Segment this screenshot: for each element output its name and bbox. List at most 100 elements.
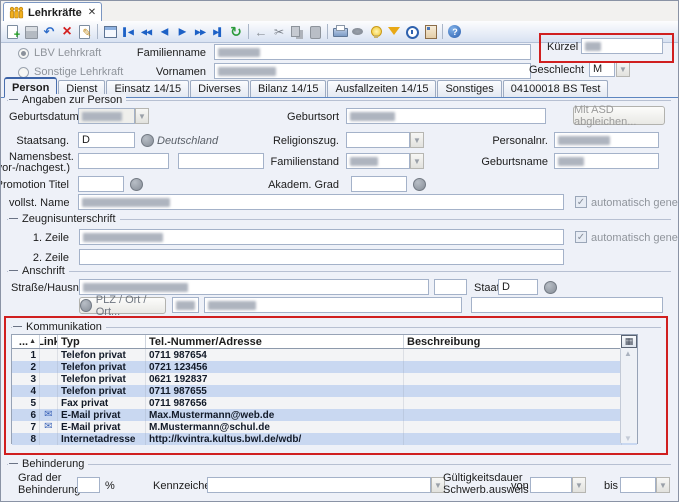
paste-icon[interactable]	[306, 23, 324, 40]
table-row[interactable]: 6✉ E-Mail privatMax.Mustermann@web.de	[12, 409, 637, 421]
navigate-back-icon[interactable]	[252, 23, 270, 40]
next-record-icon[interactable]	[173, 23, 191, 40]
refresh-icon[interactable]	[227, 23, 245, 40]
geschlecht-input[interactable]: M	[589, 61, 615, 77]
scroll-down-icon[interactable]: ▼	[624, 434, 632, 443]
religionszug-label: Religionszug.	[251, 135, 339, 147]
redacted-value	[218, 67, 276, 76]
help-icon[interactable]	[446, 23, 464, 40]
promotion-titel-input[interactable]	[78, 176, 124, 192]
staatsang-input[interactable]: D	[78, 132, 135, 148]
scroll-up-icon[interactable]: ▲	[624, 349, 632, 358]
promotion-lookup-icon[interactable]	[130, 178, 143, 191]
geburtsdatum-input[interactable]	[78, 108, 135, 124]
vornamen-input[interactable]	[214, 63, 531, 79]
geburtsort-input[interactable]	[346, 108, 546, 124]
promotion-titel-label: Promotion Titel	[0, 179, 69, 191]
bis-input[interactable]	[620, 477, 656, 493]
reminder-icon[interactable]	[403, 23, 421, 40]
zeile2-input[interactable]	[79, 249, 564, 265]
first-record-icon[interactable]	[119, 23, 137, 40]
geschlecht-value: M	[593, 63, 602, 75]
column-header-beschreibung[interactable]: Beschreibung	[404, 335, 622, 348]
table-row[interactable]: 7✉ E-Mail privatM.Mustermann@schul.de	[12, 421, 637, 433]
column-header-adresse[interactable]: Tel.-Nummer/Adresse	[146, 335, 404, 348]
familienstand-input[interactable]	[346, 153, 410, 169]
hint-icon[interactable]	[367, 23, 385, 40]
table-scrollbar[interactable]: ▲ ▼	[620, 348, 637, 443]
column-chooser-button[interactable]	[621, 335, 637, 348]
print-icon[interactable]	[331, 23, 349, 40]
bis-dropdown-arrow[interactable]: ▼	[656, 477, 670, 493]
hausnr-zusatz-input[interactable]	[434, 279, 467, 295]
zeile1-input[interactable]	[79, 229, 564, 245]
table-row[interactable]: 2 Telefon privat0721 123456	[12, 361, 637, 373]
familienstand-dropdown-arrow[interactable]: ▼	[410, 153, 424, 169]
kennzeichen-input[interactable]	[207, 477, 431, 493]
table-row[interactable]: 1 Telefon privat0711 987654	[12, 349, 637, 361]
tab-bs-test[interactable]: 04100018 BS Test	[503, 80, 609, 97]
staatsang-lookup-icon[interactable]	[141, 134, 154, 147]
familienname-input[interactable]	[214, 44, 531, 60]
akadem-grad-input[interactable]	[351, 176, 407, 192]
table-row[interactable]: 8 Internetadressehttp://kvintra.kultus.b…	[12, 433, 637, 445]
personalnr-input[interactable]	[554, 132, 659, 148]
grad-input[interactable]	[77, 477, 100, 493]
delete-icon[interactable]	[58, 23, 76, 40]
plz-input[interactable]	[172, 297, 199, 313]
last-record-icon[interactable]	[209, 23, 227, 40]
column-header-link[interactable]: Link	[40, 335, 58, 348]
previous-record-icon[interactable]	[155, 23, 173, 40]
akadem-grad-label: Akadem. Grad	[251, 179, 339, 191]
akadem-grad-lookup-icon[interactable]	[413, 178, 426, 191]
ort-input[interactable]	[204, 297, 462, 313]
toolbar-separator	[327, 24, 328, 39]
geschlecht-dropdown-arrow[interactable]: ▼	[616, 61, 630, 77]
undo-icon[interactable]	[40, 23, 58, 40]
zeile2-label: 2. Zeile	[19, 252, 69, 264]
save-icon[interactable]	[22, 23, 40, 40]
geburtsname-input[interactable]	[554, 153, 659, 169]
vollst-name-auto-checkbox[interactable]: ✓	[575, 196, 587, 208]
table-row[interactable]: 5 Fax privat0711 987656	[12, 397, 637, 409]
religionszug-input[interactable]	[346, 132, 410, 148]
von-input[interactable]	[530, 477, 572, 493]
column-header-typ[interactable]: Typ	[58, 335, 146, 348]
contact-card-icon[interactable]	[421, 23, 439, 40]
email-link-icon[interactable]: ✉	[44, 410, 52, 420]
fast-forward-icon[interactable]	[191, 23, 209, 40]
document-tab-lehrkraefte[interactable]: Lehrkräfte ✕	[3, 2, 102, 22]
von-dropdown-arrow[interactable]: ▼	[572, 477, 586, 493]
column-header-nr[interactable]: ...▲	[12, 335, 40, 348]
namensbest-vor-input[interactable]	[78, 153, 169, 169]
geburtsdatum-dropdown-arrow[interactable]: ▼	[135, 108, 149, 124]
export-icon[interactable]	[349, 23, 367, 40]
tab-ausfallzeiten[interactable]: Ausfallzeiten 14/15	[327, 80, 436, 97]
new-record-icon[interactable]	[4, 23, 22, 40]
staat-input[interactable]: D	[498, 279, 538, 295]
kuerzel-input[interactable]	[581, 38, 663, 54]
tab-diverses[interactable]: Diverses	[190, 80, 249, 97]
zeugnis-auto-checkbox[interactable]: ✓	[575, 231, 587, 243]
ortsteil-input[interactable]	[471, 297, 663, 313]
tab-sonstiges[interactable]: Sonstiges	[437, 80, 501, 97]
email-link-icon[interactable]: ✉	[44, 422, 52, 432]
close-tab-icon[interactable]: ✕	[88, 7, 96, 18]
filter-icon[interactable]	[385, 23, 403, 40]
copy-icon[interactable]	[288, 23, 306, 40]
table-row[interactable]: 3 Telefon privat0621 192837	[12, 373, 637, 385]
group-border	[11, 327, 661, 328]
duplicate-record-icon[interactable]	[101, 23, 119, 40]
tab-bilanz[interactable]: Bilanz 14/15	[250, 80, 327, 97]
vollst-name-input[interactable]	[78, 194, 564, 210]
rewind-icon[interactable]	[137, 23, 155, 40]
religionszug-dropdown-arrow[interactable]: ▼	[410, 132, 424, 148]
radio-lbv-lehrkraft[interactable]	[18, 48, 29, 59]
table-row[interactable]: 4 Telefon privat0711 987655	[12, 385, 637, 397]
staat-lookup-icon[interactable]	[544, 281, 557, 294]
edit-record-icon[interactable]	[76, 23, 94, 40]
cut-icon[interactable]	[270, 23, 288, 40]
mit-asd-abgleichen-button[interactable]: Mit ASD abgleichen...	[573, 106, 665, 125]
plz-ort-button[interactable]: PLZ / Ort / Ort...	[79, 297, 166, 314]
redacted-value	[83, 233, 163, 242]
